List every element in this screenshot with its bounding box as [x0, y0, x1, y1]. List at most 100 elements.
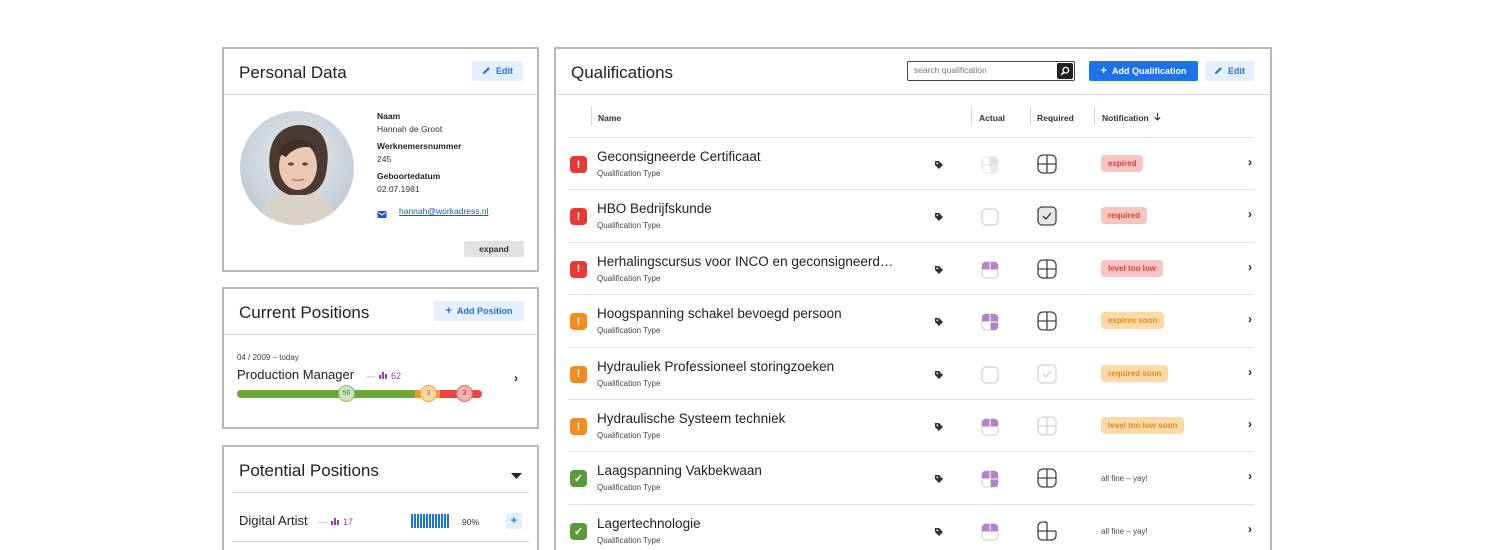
- avatar: [240, 111, 354, 225]
- plus-icon: +: [445, 305, 452, 317]
- position-chevron-right-icon[interactable]: ›: [514, 371, 518, 385]
- chevron-right-icon[interactable]: ›: [1248, 365, 1252, 379]
- column-separator: [1030, 107, 1031, 125]
- notification-badge: required: [1101, 207, 1148, 225]
- qualification-row[interactable]: ! Herhalingscursus voor INCO en geconsign…: [568, 241, 1254, 294]
- plus-icon: +: [1100, 65, 1107, 77]
- qualification-type: Qualification Type: [597, 221, 661, 231]
- qualification-name: Lagertechnologie: [597, 515, 701, 531]
- required-level-icon: [1037, 206, 1057, 231]
- notification-badge: level too low: [1101, 259, 1164, 277]
- position-name[interactable]: Production Manager: [237, 367, 354, 382]
- column-header-required[interactable]: Required: [1037, 113, 1074, 123]
- search-box: [907, 61, 1075, 81]
- tag-icon[interactable]: [934, 419, 944, 437]
- notification-badge: level too low soon: [1101, 417, 1185, 434]
- column-header-name[interactable]: Name: [598, 113, 621, 123]
- qualification-row[interactable]: ✓ Laagspanning Vakbekwaan Qualification Ty…: [568, 451, 1254, 503]
- chevron-right-icon[interactable]: ›: [1248, 417, 1252, 431]
- position-date: 04 / 2009 – today: [237, 353, 299, 362]
- pencil-icon: [1214, 66, 1223, 77]
- personal-edit-button[interactable]: Edit: [472, 61, 523, 81]
- search-input[interactable]: [914, 65, 1054, 75]
- qualification-name: Geconsigneerde Certificaat: [597, 149, 761, 164]
- birthdate-label: Geboortedatum: [377, 171, 441, 181]
- column-header-actual[interactable]: Actual: [979, 113, 1005, 123]
- qualification-row[interactable]: ! Hydrauliek Professioneel storingzoeken Q…: [568, 346, 1254, 399]
- required-level-icon: [1037, 521, 1057, 546]
- status-alert-icon: !: [570, 365, 587, 383]
- chevron-right-icon[interactable]: ›: [1248, 155, 1252, 169]
- add-qualification-button[interactable]: + Add Qualification: [1089, 61, 1198, 81]
- tag-icon[interactable]: [934, 367, 944, 385]
- column-header-notification[interactable]: Notification: [1102, 113, 1161, 123]
- status-check-icon: ✓: [570, 470, 587, 488]
- qualification-name: Hoogspanning schakel bevoegd persoon: [597, 306, 842, 322]
- actual-level-icon: [981, 313, 999, 336]
- notification-badge: expires soon: [1101, 312, 1165, 330]
- actual-level-icon: [981, 418, 999, 441]
- progress-knob-orange: 3: [420, 385, 437, 402]
- qualification-type: Qualification Type: [597, 378, 661, 388]
- email-link[interactable]: hannah@workadress.nl: [399, 206, 488, 216]
- personal-data-header: Personal Data Edit: [224, 49, 537, 95]
- column-separator: [591, 107, 592, 125]
- required-level-icon: [1037, 311, 1057, 336]
- chevron-right-icon[interactable]: ›: [1248, 469, 1252, 483]
- add-qualification-label: Add Qualification: [1111, 66, 1187, 76]
- add-position-button[interactable]: + Add Position: [434, 301, 524, 321]
- potential-employee-count: — 17: [318, 517, 354, 527]
- tag-icon[interactable]: [934, 314, 944, 332]
- pencil-icon: [482, 66, 491, 77]
- qualification-name: HBO Bedrijfskunde: [597, 201, 712, 217]
- actual-level-icon: [981, 261, 999, 284]
- chevron-right-icon[interactable]: ›: [1248, 312, 1252, 326]
- potential-count-value: 17: [343, 517, 354, 527]
- progress-knob-green: 56: [338, 385, 355, 402]
- tag-icon[interactable]: [934, 524, 944, 542]
- employee-number-label: Werknemersnummer: [377, 141, 462, 151]
- qualifications-panel: Qualifications + Add Qualification Edit …: [554, 47, 1272, 550]
- chevron-right-icon[interactable]: ›: [1248, 260, 1252, 274]
- expand-button[interactable]: expand: [464, 241, 524, 257]
- name-label: Naam: [377, 111, 401, 121]
- potential-position-name[interactable]: Digital Artist: [239, 513, 308, 528]
- qualification-row[interactable]: ! HBO Bedrijfskunde Qualification Type requ…: [568, 189, 1254, 241]
- actual-level-icon: [981, 208, 999, 231]
- add-potential-button[interactable]: +: [506, 513, 522, 529]
- status-alert-icon: !: [570, 418, 587, 435]
- qualifications-edit-button[interactable]: Edit: [1205, 61, 1254, 81]
- qualification-type: Qualification Type: [597, 431, 661, 440]
- search-icon[interactable]: [1057, 63, 1073, 79]
- sort-arrow-down-icon: [1154, 113, 1161, 123]
- tag-icon[interactable]: [934, 209, 944, 227]
- required-level-icon: [1037, 416, 1057, 441]
- qualification-type: Qualification Type: [597, 483, 661, 493]
- status-alert-icon: !: [570, 313, 587, 331]
- chevron-right-icon[interactable]: ›: [1248, 522, 1252, 536]
- qualification-type: Qualification Type: [597, 273, 661, 283]
- qualification-row[interactable]: ! Hoogspanning schakel bevoegd persoon Qua…: [568, 294, 1254, 346]
- status-alert-icon: !: [570, 260, 587, 278]
- current-positions-panel: Current Positions + Add Position 04 / 20…: [222, 287, 539, 429]
- required-level-icon: [1037, 468, 1057, 493]
- potential-divider: [232, 492, 529, 493]
- match-percent: 90%: [462, 517, 480, 527]
- personal-data-panel: Personal Data Edit Naam Hannah de Groot …: [222, 47, 539, 272]
- qualification-row[interactable]: ! Hydraulische Systeem techniek Qualificat…: [568, 399, 1254, 451]
- tag-icon[interactable]: [934, 157, 944, 175]
- qualification-row[interactable]: ! Geconsigneerde Certificaat Qualification…: [568, 137, 1254, 189]
- qualification-row[interactable]: ✓ Lagertechnologie Qualification Type all f…: [568, 503, 1254, 550]
- chevron-right-icon[interactable]: ›: [1248, 207, 1252, 221]
- tag-icon[interactable]: [934, 471, 944, 489]
- actual-level-icon: [981, 366, 999, 389]
- notification-badge: all fine – yay!: [1101, 474, 1148, 484]
- actual-level-icon: [981, 156, 999, 179]
- potential-row-divider: [232, 541, 529, 542]
- required-level-icon: [1037, 154, 1057, 179]
- chevron-down-icon[interactable]: [511, 467, 522, 485]
- status-check-icon: ✓: [570, 522, 587, 540]
- potential-positions-panel: Potential Positions Digital Artist — 17 …: [222, 445, 539, 550]
- tag-icon[interactable]: [934, 262, 944, 280]
- position-count-value: 62: [391, 371, 402, 381]
